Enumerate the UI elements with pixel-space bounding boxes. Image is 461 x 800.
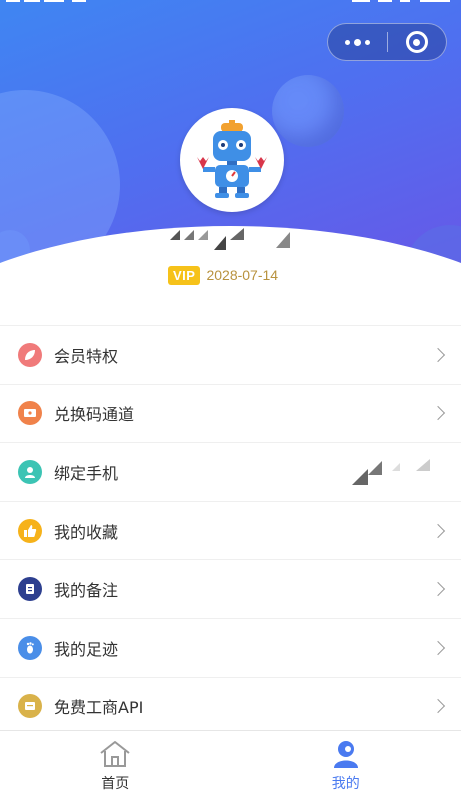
chevron-right-icon	[430, 347, 446, 362]
chevron-right-icon	[430, 406, 446, 421]
api-icon	[18, 694, 42, 719]
bottom-tab-bar: 首页 我的	[0, 730, 461, 800]
ticket-icon	[18, 401, 42, 426]
menu-item-label: 我的收藏	[54, 522, 119, 542]
more-options-button[interactable]	[328, 24, 387, 60]
thumbs-up-icon	[18, 518, 42, 543]
note-icon	[18, 577, 42, 602]
menu-item-bind-phone[interactable]: 绑定手机	[0, 443, 461, 502]
chevron-right-icon	[430, 523, 446, 538]
chevron-right-icon	[430, 582, 446, 597]
vip-badge: VIP	[168, 265, 201, 285]
menu-item-label: 兑换码通道	[54, 405, 135, 425]
status-bar	[6, 0, 450, 2]
robot-icon	[197, 120, 267, 198]
tab-home[interactable]: 首页	[0, 731, 231, 800]
menu-item-free-api[interactable]: 免费工商API	[0, 678, 461, 737]
username-masked	[170, 228, 290, 250]
avatar[interactable]	[180, 108, 284, 212]
decorative-bubble	[272, 75, 344, 147]
phone-number-masked	[352, 459, 430, 486]
footprint-icon	[18, 635, 42, 660]
target-icon	[405, 31, 428, 53]
chevron-right-icon	[430, 699, 446, 714]
menu-list: 会员特权 兑换码通道 绑定手机 我的收藏 我的备注 我的足迹 免费工商API	[0, 325, 461, 737]
close-miniprogram-button[interactable]	[388, 24, 446, 60]
menu-item-label: 绑定手机	[54, 463, 119, 483]
tab-home-label: 首页	[101, 776, 130, 792]
menu-item-footprints[interactable]: 我的足迹	[0, 619, 461, 678]
menu-item-member-privileges[interactable]: 会员特权	[0, 326, 461, 385]
menu-item-favorites[interactable]: 我的收藏	[0, 502, 461, 561]
menu-item-label: 会员特权	[54, 346, 119, 366]
vip-expiry-date: 2028-07-14	[206, 267, 279, 283]
tab-mine[interactable]: 我的	[231, 731, 461, 800]
chevron-right-icon	[430, 640, 446, 655]
menu-item-label: 我的足迹	[54, 639, 119, 659]
vip-info: VIP 2028-07-14	[168, 262, 278, 288]
menu-item-redeem-code[interactable]: 兑换码通道	[0, 385, 461, 444]
leaf-icon	[18, 342, 42, 367]
menu-item-label: 免费工商API	[54, 698, 144, 718]
profile-icon	[333, 741, 358, 768]
menu-item-label: 我的备注	[54, 581, 119, 601]
mini-program-capsule	[327, 23, 447, 61]
user-icon	[18, 459, 42, 484]
tab-mine-label: 我的	[331, 776, 360, 792]
home-icon	[100, 741, 130, 767]
menu-item-notes[interactable]: 我的备注	[0, 560, 461, 619]
